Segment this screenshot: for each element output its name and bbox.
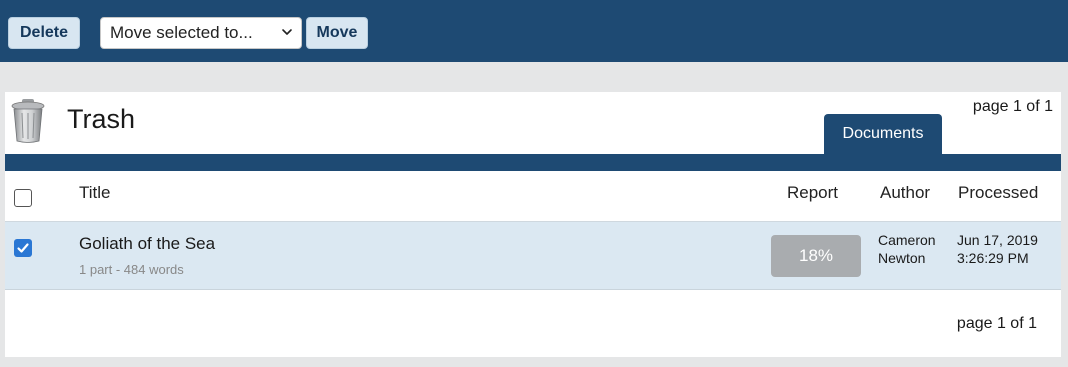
tab-strip	[5, 154, 1061, 171]
column-header-processed[interactable]: Processed	[958, 183, 1038, 203]
row-checkbox[interactable]	[14, 239, 32, 257]
trash-panel: Trash page 1 of 1 Documents Title Report…	[5, 92, 1061, 357]
delete-button[interactable]: Delete	[8, 17, 80, 49]
processed-time: 3:26:29 PM	[957, 250, 1029, 266]
table-row: Goliath of the Sea 1 part - 484 words 18…	[5, 222, 1061, 290]
tab-documents[interactable]: Documents	[824, 114, 942, 154]
trash-can-icon	[11, 99, 45, 143]
select-all-checkbox[interactable]	[14, 189, 32, 207]
column-header-title[interactable]: Title	[79, 183, 111, 203]
report-score-button[interactable]: 18%	[771, 235, 861, 277]
document-meta: 1 part - 484 words	[79, 262, 184, 277]
column-header-author[interactable]: Author	[880, 183, 930, 203]
author-last-name: Newton	[878, 250, 926, 266]
move-select-value: Move selected to...	[110, 23, 253, 42]
move-button[interactable]: Move	[306, 17, 368, 49]
column-header-report[interactable]: Report	[787, 183, 838, 203]
author-first-name: Cameron	[878, 232, 936, 248]
move-destination-select[interactable]: Move selected to...	[100, 17, 302, 49]
document-title-link[interactable]: Goliath of the Sea	[79, 234, 215, 254]
checkmark-icon	[17, 243, 29, 253]
page-title: Trash	[67, 104, 136, 134]
chevron-down-icon	[282, 29, 292, 35]
processed-date: Jun 17, 2019	[957, 232, 1038, 248]
page-indicator-top: page 1 of 1	[972, 98, 1053, 115]
page-indicator-bottom: page 1 of 1	[956, 315, 1037, 332]
top-toolbar: Delete Move selected to... Move	[0, 0, 1068, 62]
table-header: Title Report Author Processed	[5, 171, 1061, 222]
